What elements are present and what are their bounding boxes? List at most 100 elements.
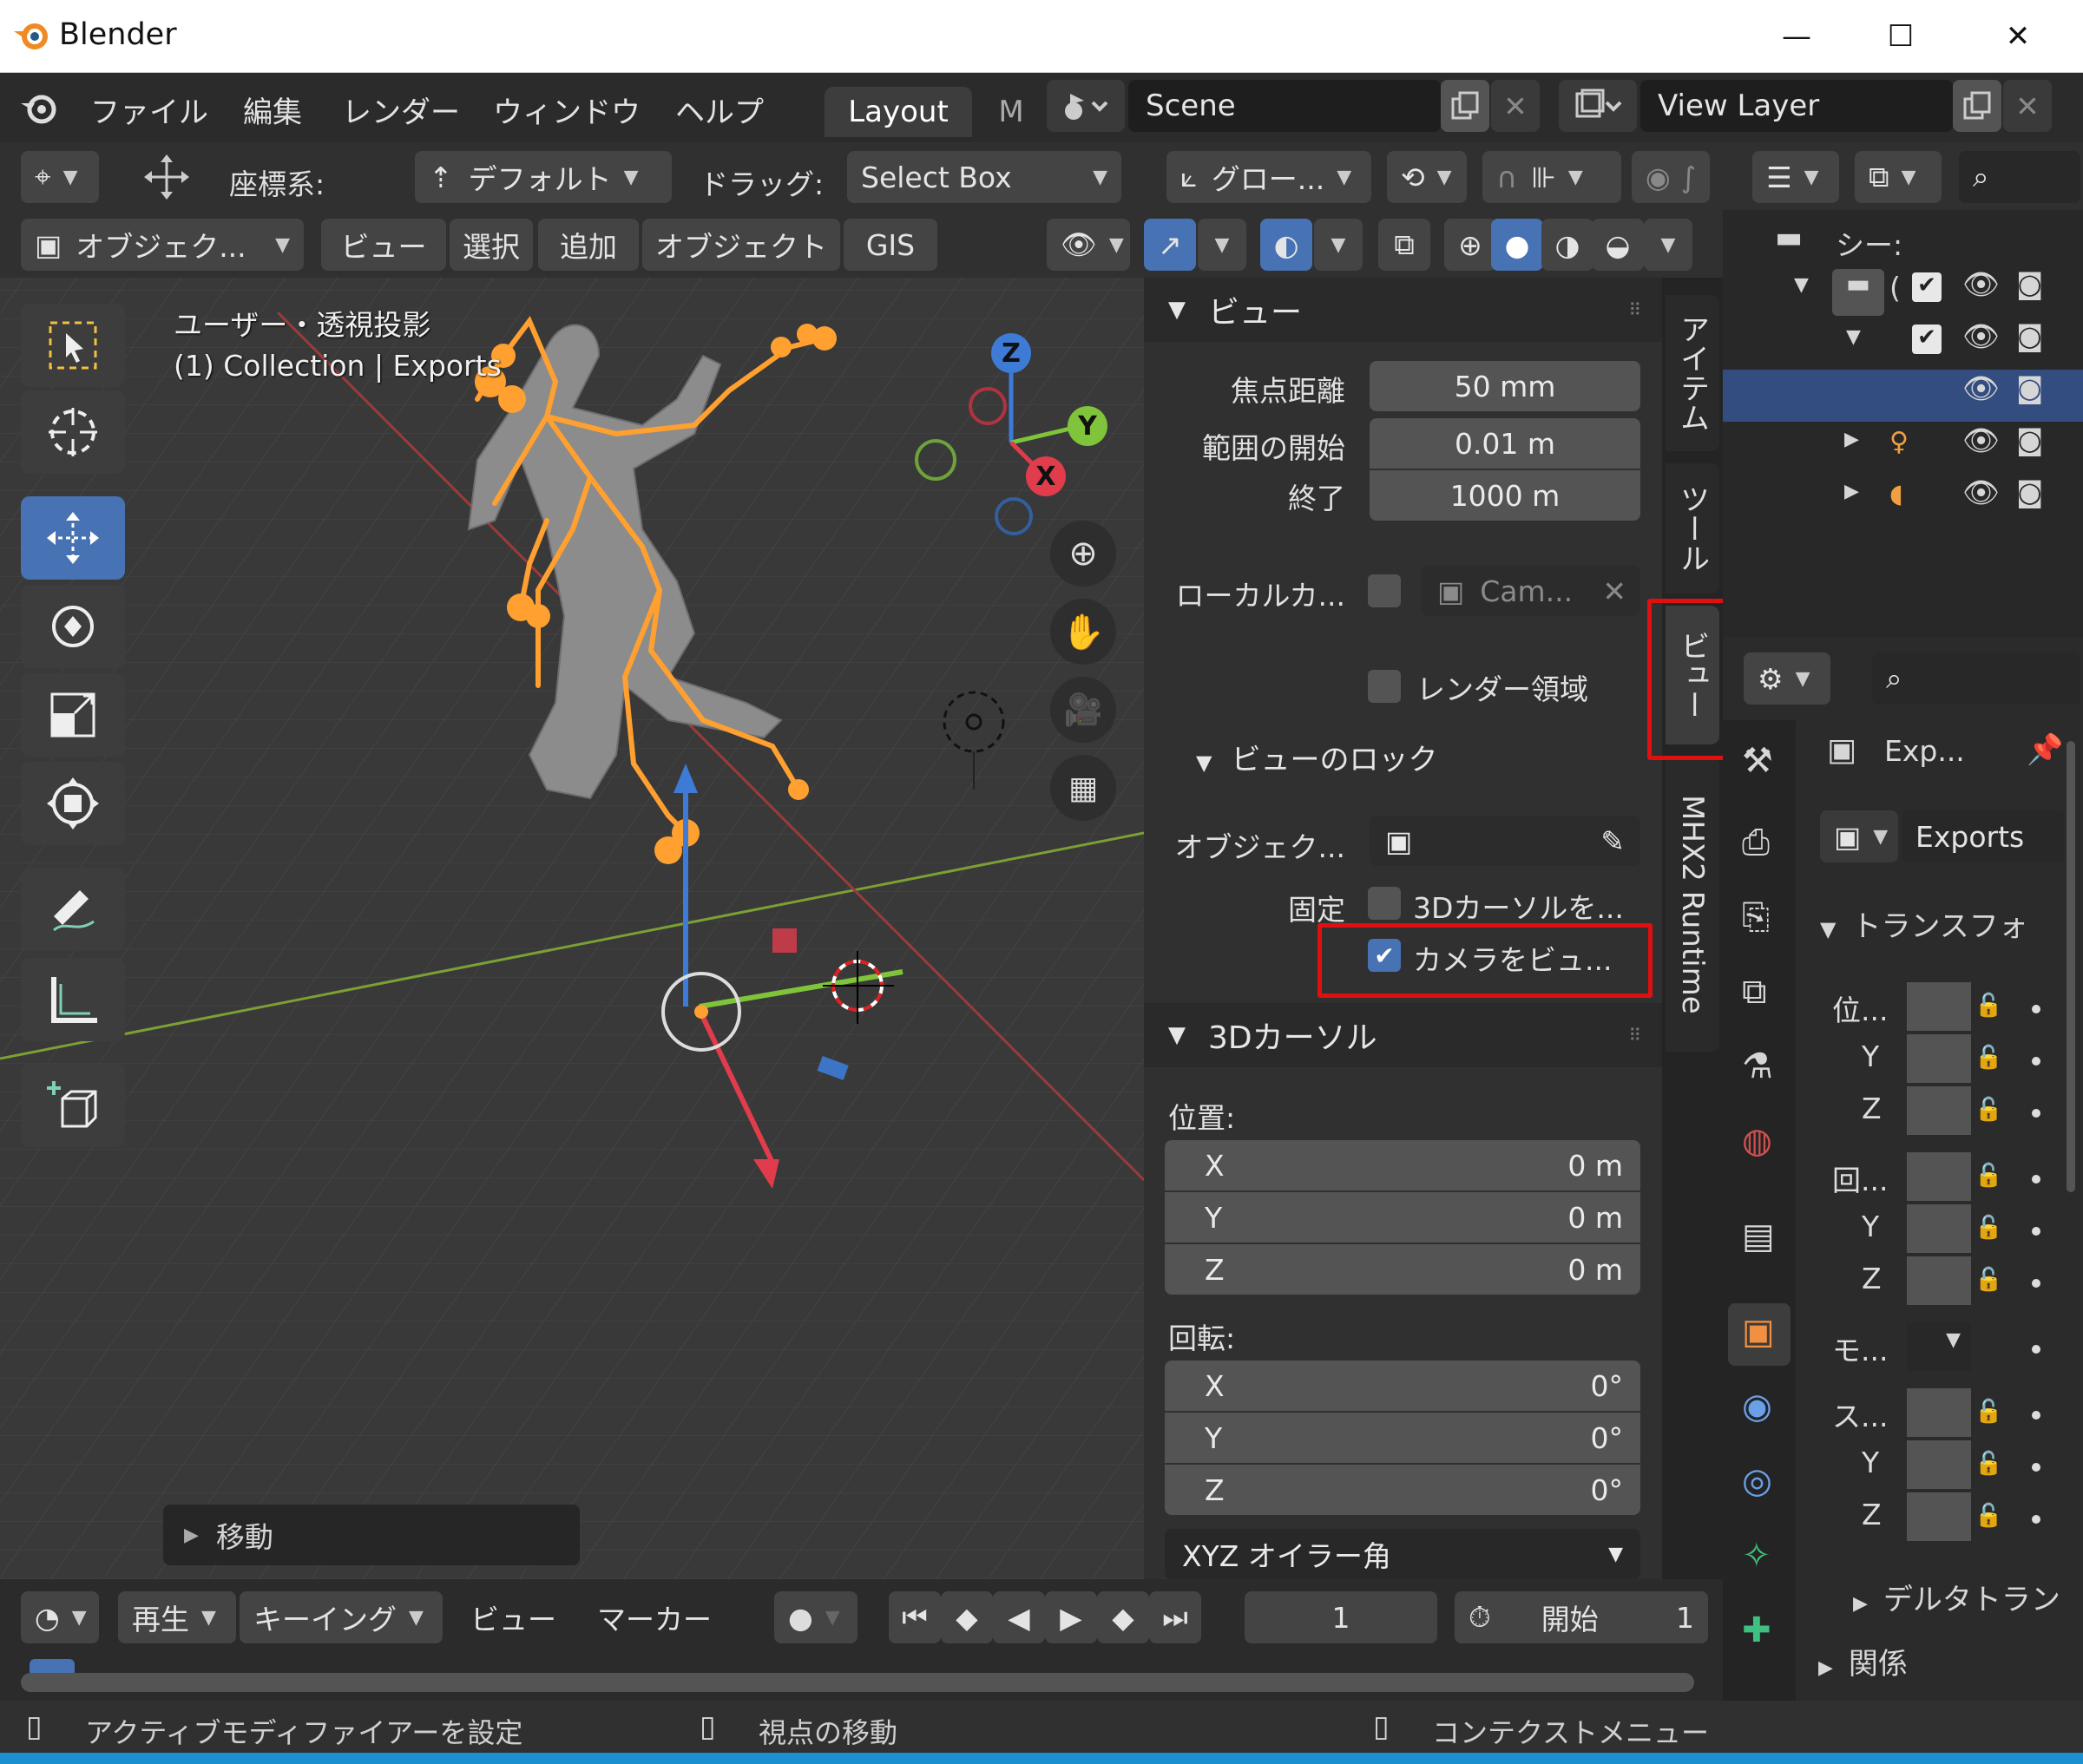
xray-toggle-button[interactable]: ⧉ bbox=[1378, 219, 1430, 271]
tool-move[interactable] bbox=[21, 496, 125, 580]
close-window-button[interactable]: ✕ bbox=[1966, 0, 2070, 73]
scene-name-field[interactable]: Scene bbox=[1128, 80, 1441, 132]
clip-start-field[interactable]: 0.01 m bbox=[1370, 418, 1640, 469]
gizmo-axis-x[interactable]: X bbox=[1026, 456, 1066, 496]
menu-timeline-view[interactable]: ビュー bbox=[457, 1591, 569, 1643]
tool-add-cube[interactable] bbox=[21, 1064, 125, 1147]
rotation-z-field[interactable] bbox=[1907, 1256, 1971, 1305]
lock-icon[interactable]: 🔓 bbox=[1975, 1163, 2002, 1189]
blender-menu-icon[interactable] bbox=[19, 89, 59, 128]
scale-z-field[interactable] bbox=[1907, 1492, 1971, 1541]
next-keyframe-button[interactable]: ◆ bbox=[1097, 1591, 1149, 1643]
view-section-header[interactable]: ▼ ビュー ⠿ bbox=[1144, 278, 1662, 342]
camera-render-icon[interactable]: ◙ bbox=[2016, 371, 2043, 404]
expand-arrow-icon[interactable]: ▶ bbox=[1844, 429, 1859, 450]
menu-marker[interactable]: マーカー bbox=[583, 1591, 722, 1643]
view-layer-selector-button[interactable] bbox=[1559, 80, 1637, 132]
render-region-checkbox[interactable] bbox=[1368, 670, 1401, 703]
tool-select-box[interactable] bbox=[21, 304, 125, 387]
camera-render-icon[interactable]: ◙ bbox=[2016, 319, 2043, 352]
keyframe-dot-icon[interactable] bbox=[2032, 1515, 2040, 1524]
lock-icon[interactable]: 🔓 bbox=[1975, 1045, 2002, 1071]
view-layer-tab-icon[interactable]: ⧉ bbox=[1742, 972, 1767, 1012]
gizmo-axis-y[interactable]: Y bbox=[1068, 406, 1107, 446]
transform-orientation-dropdown[interactable]: ⟀ グロー... ▼ bbox=[1166, 151, 1371, 203]
shading-solid-button[interactable]: ● bbox=[1491, 219, 1543, 271]
rotation-mode-dropdown[interactable]: ▼ bbox=[1907, 1322, 1971, 1371]
properties-search-input[interactable]: ⌕ bbox=[1872, 652, 2080, 705]
visibility-dropdown[interactable]: 👁 ▼ bbox=[1047, 219, 1130, 271]
transform-section-header[interactable]: ▼ トランスフォ bbox=[1820, 902, 2028, 945]
expand-arrow-icon[interactable]: ▼ bbox=[1794, 274, 1809, 296]
timeline-scrollbar[interactable] bbox=[21, 1673, 1694, 1692]
play-reverse-button[interactable]: ◀ bbox=[993, 1591, 1045, 1643]
workspace-tab-layout[interactable]: Layout bbox=[825, 87, 972, 137]
3d-viewport[interactable]: Z Y X ⊕ ✋ 🎥 ▦ ユーザー・透視投影 (1) Collection |… bbox=[0, 278, 1144, 1579]
jump-end-button[interactable]: ⏭ bbox=[1149, 1591, 1201, 1643]
minimize-button[interactable]: — bbox=[1745, 0, 1849, 73]
auto-keying-button[interactable]: ● ▼ bbox=[774, 1591, 858, 1643]
tool-transform[interactable] bbox=[21, 762, 125, 845]
drag-mode-dropdown[interactable]: Select Box ▼ bbox=[847, 151, 1121, 203]
output-tab-icon[interactable]: ⎘ bbox=[1742, 897, 1770, 937]
coord-system-dropdown[interactable]: ⇡ デフォルト ▼ bbox=[415, 151, 672, 203]
menu-object[interactable]: オブジェクト bbox=[642, 219, 840, 271]
scale-y-field[interactable] bbox=[1907, 1440, 1971, 1489]
shading-wireframe-button[interactable]: ⊕ bbox=[1444, 219, 1496, 271]
gizmo-dropdown[interactable]: ▼ bbox=[1198, 219, 1246, 271]
camera-render-icon[interactable]: ◙ bbox=[2016, 423, 2043, 456]
scale-x-field[interactable] bbox=[1907, 1388, 1971, 1437]
lock-icon[interactable]: 🔓 bbox=[1975, 1399, 2002, 1425]
delete-scene-button[interactable]: ✕ bbox=[1491, 80, 1540, 132]
ortho-toggle-button[interactable]: ▦ bbox=[1050, 755, 1116, 821]
keyframe-dot-icon[interactable] bbox=[2032, 1279, 2040, 1288]
start-frame-field[interactable]: ⏱ 開始 1 bbox=[1455, 1591, 1708, 1643]
keyframe-dot-icon[interactable] bbox=[2032, 1057, 2040, 1066]
navigation-gizmo[interactable]: Z Y X bbox=[903, 312, 1128, 538]
keyframe-dot-icon[interactable] bbox=[2032, 1227, 2040, 1236]
eye-icon[interactable]: 👁 bbox=[1962, 319, 2000, 354]
current-frame-field[interactable]: 1 bbox=[1245, 1591, 1437, 1643]
lock-icon[interactable]: 🔓 bbox=[1975, 1503, 2002, 1529]
tool-scale[interactable] bbox=[21, 673, 125, 757]
modifier-tab-icon[interactable]: ◉ bbox=[1742, 1387, 1772, 1426]
relations-section-header[interactable]: ▶ 関係 bbox=[1818, 1640, 1908, 1682]
editor-type-dropdown[interactable]: ⚙ ▼ bbox=[1744, 652, 1830, 705]
shading-dropdown[interactable]: ▼ bbox=[1644, 219, 1692, 271]
cursor-rotation-x-field[interactable]: X 0° bbox=[1165, 1361, 1640, 1411]
lock-icon[interactable]: 🔓 bbox=[1975, 1097, 2002, 1123]
3d-cursor-section-header[interactable]: ▼ 3Dカーソル ⠿ bbox=[1144, 1003, 1662, 1067]
outliner-search-input[interactable]: ⌕ bbox=[1959, 151, 2080, 203]
scene-selector-button[interactable] bbox=[1047, 80, 1125, 132]
expand-arrow-icon[interactable]: ▶ bbox=[1844, 481, 1859, 502]
tool-rotate[interactable] bbox=[21, 585, 125, 668]
rotation-x-field[interactable] bbox=[1907, 1152, 1971, 1201]
pivot-point-dropdown[interactable]: ⟲ ▼ bbox=[1387, 151, 1467, 203]
prev-keyframe-button[interactable]: ◆ bbox=[941, 1591, 993, 1643]
constraints-tab-icon[interactable]: ✧ bbox=[1742, 1536, 1771, 1576]
pan-button[interactable]: ✋ bbox=[1050, 599, 1116, 665]
eye-icon[interactable]: 👁 bbox=[1962, 423, 2000, 458]
tool-annotate[interactable] bbox=[21, 868, 125, 951]
keyframe-dot-icon[interactable] bbox=[2032, 1411, 2040, 1420]
cursor-location-z-field[interactable]: Z 0 m bbox=[1165, 1244, 1640, 1295]
menu-file[interactable]: ファイル bbox=[90, 89, 208, 131]
location-x-field[interactable] bbox=[1907, 982, 1971, 1031]
clip-end-field[interactable]: 1000 m bbox=[1370, 470, 1640, 521]
menu-gis[interactable]: GIS bbox=[844, 219, 937, 271]
play-button[interactable]: ▶ bbox=[1045, 1591, 1097, 1643]
light-object[interactable] bbox=[937, 685, 1007, 790]
render-tab-icon[interactable]: ⎙ bbox=[1742, 823, 1770, 862]
active-tool-button[interactable]: ⌖ ▼ bbox=[21, 151, 99, 203]
focal-length-field[interactable]: 50 mm bbox=[1370, 361, 1640, 411]
delta-transform-section-header[interactable]: ▶ デルタトラン bbox=[1853, 1576, 2060, 1618]
gizmo-toggle-button[interactable]: ↗ bbox=[1144, 219, 1196, 271]
proportional-editing-button[interactable]: ◉ ∫ bbox=[1632, 151, 1710, 203]
eye-icon[interactable]: 👁 bbox=[1962, 267, 2000, 302]
jump-start-button[interactable]: ⏮ bbox=[889, 1591, 941, 1643]
keyframe-dot-icon[interactable] bbox=[2032, 1109, 2040, 1118]
lock-to-cursor-checkbox[interactable] bbox=[1368, 887, 1401, 920]
shading-material-button[interactable]: ◑ bbox=[1541, 219, 1593, 271]
world-tab-icon[interactable]: ◍ bbox=[1742, 1121, 1772, 1161]
menu-select[interactable]: 選択 bbox=[450, 219, 533, 271]
